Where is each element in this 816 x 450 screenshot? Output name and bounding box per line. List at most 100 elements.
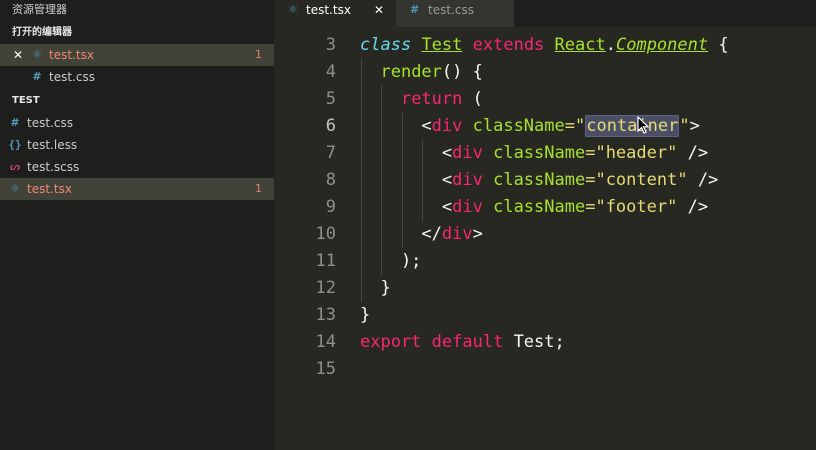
file-item-test-css[interactable]: # test.css [0,112,274,134]
file-label: test.scss [27,160,80,174]
code-token: > [689,116,700,136]
file-item-test-less[interactable]: {} test.less [0,134,274,156]
code-area[interactable]: class Test extends React.Component { ren… [360,32,729,383]
code-line[interactable]: </div> [360,221,729,248]
file-item-test-scss[interactable]: ᔕ test.scss [0,156,274,178]
code-line[interactable]: } [360,302,729,329]
code-line[interactable]: return ( [360,86,729,113]
code-token: Test; [503,332,565,352]
indent-guide [401,113,403,140]
code-line[interactable] [360,356,729,383]
tab-test-css[interactable]: # test.css [396,0,514,27]
code-token: ="footer" [585,197,678,217]
tab-label: test.tsx [306,3,351,17]
react-icon: ⚛ [32,48,42,61]
problem-count-badge: 1 [255,182,262,195]
folder-header[interactable]: TEST [0,90,274,112]
code-line[interactable]: <div className="header" /> [360,140,729,167]
code-token: " [679,116,690,136]
code-token: < [360,170,453,190]
code-line[interactable]: <div className="container"> [360,113,729,140]
tab-label: test.css [428,3,474,17]
code-token: { [708,35,729,55]
code-line[interactable]: <div className="content" /> [360,167,729,194]
explorer-title: 资源管理器 [12,3,67,16]
file-label: test.tsx [27,182,72,196]
code-token: className [493,197,586,217]
open-editor-label: test.tsx [49,48,94,62]
code-token: className [493,143,586,163]
code-token: ); [360,251,422,271]
line-number: 4 [325,62,336,82]
mouse-cursor-icon [637,116,650,134]
indent-guide [381,113,383,140]
code-token: ="header" [585,143,678,163]
react-icon: ⚛ [288,3,298,16]
indent-guide [361,140,362,167]
close-icon[interactable]: ✕ [374,0,384,20]
indent-guide [361,59,362,86]
code-token: div [452,197,483,217]
code-line[interactable]: ); [360,248,729,275]
code-token: div [452,170,483,190]
open-editors-header[interactable]: 打开的编辑器 [0,22,274,44]
line-number: 9 [325,197,336,217]
indent-guide [422,140,424,167]
open-editor-item-test-css[interactable]: # test.css [0,66,274,88]
indent-guide [381,248,383,275]
code-token: React [554,35,606,55]
explorer-sidebar: 资源管理器 打开的编辑器 ✕ ⚛ test.tsx 1 # test.css T… [0,0,274,450]
css-icon: # [32,70,42,83]
code-token: =" [564,116,586,136]
indent-guide [401,140,403,167]
indent-guide [381,221,383,248]
code-line[interactable]: class Test extends React.Component { [360,32,729,59]
code-editor[interactable]: 3 4 5 6 7 8 9 10 11 12 13 14 15 class Test extends R… [274,27,816,450]
line-number: 8 [325,170,336,190]
indent-guide [401,167,403,194]
tab-test-tsx[interactable]: ⚛ test.tsx ✕ [274,0,396,27]
code-token: div [441,224,473,244]
code-token: default [431,332,504,352]
indent-guide [401,194,403,221]
indent-guide [361,248,362,275]
line-number: 14 [315,332,336,352]
code-line[interactable]: render() { [360,59,729,86]
code-line[interactable]: } [360,275,729,302]
code-token: () { [441,62,483,82]
indent-guide [381,140,383,167]
indent-guide [381,86,383,113]
code-token: /> [677,197,709,217]
code-token: export [360,332,422,352]
code-token: Test [421,35,463,55]
code-token: } [360,305,371,325]
file-label: test.less [27,138,78,152]
css-icon: # [10,116,20,129]
indent-guide [381,194,383,221]
selection-highlight: container [585,115,680,137]
file-item-test-tsx[interactable]: ⚛ test.tsx 1 [0,178,274,200]
indent-guide [361,275,362,302]
open-editor-item-test-tsx[interactable]: ✕ ⚛ test.tsx 1 [0,44,274,66]
line-number: 7 [325,143,336,163]
line-number: 10 [315,224,336,244]
line-number: 3 [325,35,336,55]
indent-guide [422,167,424,194]
code-token: . [605,35,616,55]
code-token: Component [615,35,709,55]
line-number: 6 [325,116,336,136]
file-label: test.css [27,116,73,130]
code-line[interactable]: export default Test; [360,329,729,356]
code-token: < [360,197,453,217]
code-token: div [431,116,463,136]
line-number: 5 [325,89,336,109]
less-icon: {} [8,138,22,151]
indent-guide [361,113,362,140]
code-token: class [360,35,412,55]
close-icon[interactable]: ✕ [13,44,25,66]
code-line[interactable]: <div className="footer" /> [360,194,729,221]
